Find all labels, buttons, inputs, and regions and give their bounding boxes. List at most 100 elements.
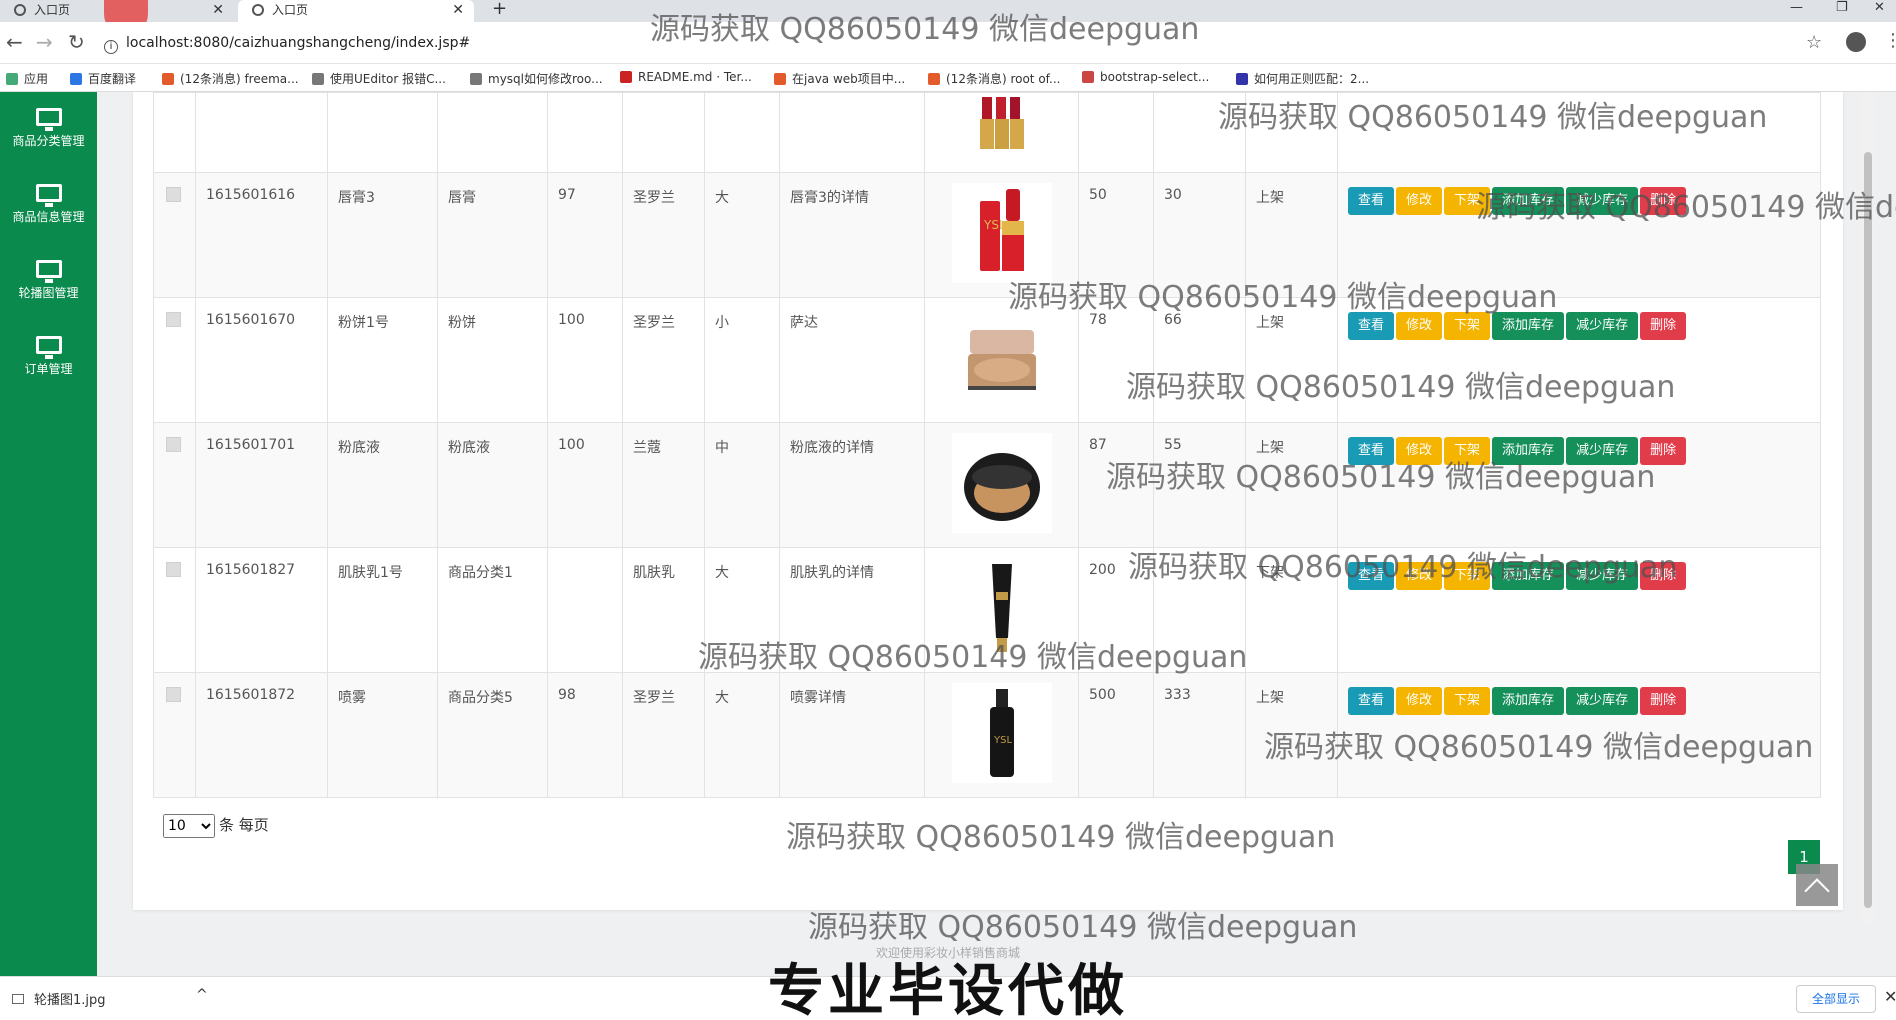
- back-to-top-icon[interactable]: [1796, 864, 1838, 906]
- minimize-icon[interactable]: —: [1790, 0, 1803, 15]
- profile-avatar[interactable]: [1846, 32, 1866, 52]
- cell-detail: 喷雾详情: [779, 672, 925, 798]
- cell-name: 肌肤乳1号: [327, 547, 438, 673]
- url-text: localhost:8080/caizhuangshangcheng/index…: [126, 35, 471, 51]
- cell-image: [924, 297, 1079, 423]
- table-row: 1615601701 粉底液 粉底液 100 兰蔻中粉底液的详情 87 55 上架 查看 修改 下架…: [153, 422, 1821, 548]
- url-field[interactable]: i localhost:8080/caizhuangshangcheng/inde…: [104, 30, 1804, 56]
- delete-button[interactable]: 删除: [1640, 312, 1687, 340]
- add-stock-button[interactable]: 添加库存: [1492, 187, 1565, 215]
- reduce-stock-button[interactable]: 减少库存: [1566, 687, 1639, 715]
- add-stock-button[interactable]: 添加库存: [1492, 437, 1565, 465]
- reduce-stock-button[interactable]: 减少库存: [1566, 312, 1639, 340]
- page-size-select[interactable]: 10: [163, 814, 215, 838]
- add-stock-button[interactable]: 添加库存: [1492, 562, 1565, 590]
- cell-v2: [1153, 547, 1246, 673]
- delete-button[interactable]: 删除: [1640, 687, 1687, 715]
- edit-button[interactable]: 修改: [1396, 437, 1443, 465]
- scrollbar-thumb[interactable]: [1864, 152, 1872, 908]
- row-checkbox[interactable]: [166, 187, 181, 202]
- view-button[interactable]: 查看: [1348, 312, 1395, 340]
- restore-icon[interactable]: ❐: [1836, 0, 1848, 15]
- cell-v1: 78: [1078, 297, 1154, 423]
- cell-id: 1615601827: [195, 547, 328, 673]
- bookmark-item[interactable]: README.md · Ter...: [620, 70, 752, 84]
- bookmark-apps[interactable]: 应用: [6, 70, 48, 87]
- sidebar-item-product[interactable]: 商品信息管理: [0, 168, 97, 244]
- monitor-icon: [35, 184, 62, 207]
- cell-detail: 肌肤乳的详情: [779, 547, 925, 673]
- view-button[interactable]: 查看: [1348, 437, 1395, 465]
- sidebar-item-carousel[interactable]: 轮播图管理: [0, 244, 97, 320]
- off-shelf-button[interactable]: 下架: [1444, 562, 1491, 590]
- close-tab-icon[interactable]: ✕: [452, 0, 464, 20]
- cell-size: 小: [704, 297, 780, 423]
- view-button[interactable]: 查看: [1348, 562, 1395, 590]
- cell-actions: 查看 修改 下架 添加库存 减少库存 删除: [1337, 172, 1821, 298]
- row-checkbox[interactable]: [166, 562, 181, 577]
- per-page-label: 条 每页: [219, 816, 269, 834]
- table-cell: [153, 422, 196, 548]
- monitor-icon: [35, 336, 62, 359]
- info-icon[interactable]: i: [104, 40, 118, 54]
- cell-actions: [1337, 92, 1821, 173]
- new-tab-icon[interactable]: +: [492, 0, 507, 19]
- add-stock-button[interactable]: 添加库存: [1492, 312, 1565, 340]
- off-shelf-button[interactable]: 下架: [1444, 687, 1491, 715]
- bookmark-item[interactable]: 使用UEditor 报错C...: [312, 70, 446, 87]
- cell-size: 大: [704, 547, 780, 673]
- tab-title: 入口页: [272, 3, 309, 17]
- product-image-compact: [951, 308, 1052, 408]
- close-tab-icon[interactable]: ✕: [212, 0, 224, 20]
- cell-category: 唇膏: [437, 172, 548, 298]
- row-checkbox[interactable]: [166, 312, 181, 327]
- bookmark-item[interactable]: 百度翻译: [70, 70, 136, 87]
- cell-brand: 圣罗兰: [622, 297, 705, 423]
- bookmark-star-icon[interactable]: ☆: [1806, 32, 1822, 53]
- close-window-icon[interactable]: ✕: [1874, 0, 1885, 15]
- bookmark-item[interactable]: 如何用正则匹配：2...: [1236, 70, 1369, 87]
- delete-button[interactable]: 删除: [1640, 437, 1687, 465]
- bookmark-item[interactable]: (12条消息) freema...: [162, 70, 299, 87]
- cell-detail: 粉底液的详情: [779, 422, 925, 548]
- bookmark-item[interactable]: (12条消息) root of...: [928, 70, 1060, 87]
- add-stock-button[interactable]: 添加库存: [1492, 687, 1565, 715]
- edit-button[interactable]: 修改: [1396, 562, 1443, 590]
- off-shelf-button[interactable]: 下架: [1444, 312, 1491, 340]
- cell-status: 上架: [1245, 297, 1338, 423]
- cell-actions: 查看 修改 下架 添加库存 减少库存 删除: [1337, 297, 1821, 423]
- edit-button[interactable]: 修改: [1396, 312, 1443, 340]
- view-button[interactable]: 查看: [1348, 187, 1395, 215]
- cell-price: 98: [547, 672, 623, 798]
- row-checkbox[interactable]: [166, 437, 181, 452]
- globe-icon: [14, 4, 26, 16]
- cell-category: [437, 92, 548, 173]
- sidebar-item-orders[interactable]: 订单管理: [0, 320, 97, 396]
- back-icon[interactable]: ←: [6, 30, 23, 54]
- browser-tab-2[interactable]: 入口页 ✕: [238, 0, 474, 22]
- reload-icon[interactable]: ↻: [68, 30, 85, 54]
- scrollbar[interactable]: [1862, 92, 1874, 924]
- off-shelf-button[interactable]: 下架: [1444, 437, 1491, 465]
- reduce-stock-button[interactable]: 减少库存: [1566, 437, 1639, 465]
- view-button[interactable]: 查看: [1348, 687, 1395, 715]
- edit-button[interactable]: 修改: [1396, 687, 1443, 715]
- address-bar: ← → ↻ i localhost:8080/caizhuangshangchen…: [0, 22, 1896, 64]
- delete-button[interactable]: 删除: [1640, 187, 1687, 215]
- cell-status: 下架: [1245, 547, 1338, 673]
- reduce-stock-button[interactable]: 减少库存: [1566, 562, 1639, 590]
- browser-tab-strip: 入口页 ✕ 入口页 ✕ + — ❐ ✕: [0, 0, 1896, 36]
- bookmark-item[interactable]: mysql如何修改roo...: [470, 70, 603, 87]
- edit-button[interactable]: 修改: [1396, 187, 1443, 215]
- off-shelf-button[interactable]: 下架: [1444, 187, 1491, 215]
- delete-button[interactable]: 删除: [1640, 562, 1687, 590]
- row-checkbox[interactable]: [166, 687, 181, 702]
- sidebar-item-category[interactable]: 商品分类管理: [0, 92, 97, 168]
- forward-icon[interactable]: →: [36, 30, 53, 54]
- bookmark-item[interactable]: 在java web项目中...: [774, 70, 905, 87]
- cell-name: [327, 92, 438, 173]
- bookmark-item[interactable]: bootstrap-select...: [1082, 70, 1209, 84]
- reduce-stock-button[interactable]: 减少库存: [1566, 187, 1639, 215]
- menu-kebab-icon[interactable]: ⋮: [1884, 30, 1896, 51]
- link-icon: [1082, 71, 1094, 83]
